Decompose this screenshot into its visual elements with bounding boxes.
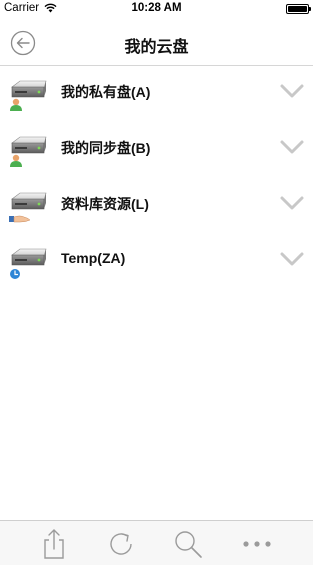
chevron-down-icon[interactable]: [279, 251, 305, 267]
chevron-down-icon[interactable]: [279, 195, 305, 211]
chevron-down-icon[interactable]: [279, 83, 305, 99]
drive-row-temp[interactable]: Temp(ZA): [0, 235, 313, 291]
drive-label: 资料库资源(L): [61, 196, 149, 212]
refresh-button[interactable]: [104, 527, 138, 561]
battery-icon: [286, 4, 311, 14]
navigation-bar: 我的云盘: [0, 18, 313, 66]
bottom-toolbar: [0, 520, 313, 565]
drive-clock-icon: [9, 248, 47, 280]
drive-user-icon: [10, 80, 47, 111]
more-button[interactable]: [240, 527, 274, 561]
status-bar: Carrier 10:28 AM: [0, 0, 313, 18]
search-button[interactable]: [171, 527, 205, 561]
clock: 10:28 AM: [131, 2, 182, 14]
search-icon: [175, 531, 202, 558]
chevron-down-icon[interactable]: [279, 139, 305, 155]
drive-label: 我的私有盘(A): [61, 84, 151, 100]
drive-list: 我的私有盘(A) 我的同步盘(B) 资料库资源(L) Temp(ZA): [0, 67, 313, 291]
share-button[interactable]: [37, 527, 71, 561]
drive-row-private[interactable]: 我的私有盘(A): [0, 67, 313, 123]
drive-shared-hand-icon: [9, 192, 47, 223]
drive-row-library[interactable]: 资料库资源(L): [0, 179, 313, 235]
drive-row-sync[interactable]: 我的同步盘(B): [0, 123, 313, 179]
app-screen: Carrier 10:28 AM 我的云盘 我的私有盘(A) 我的同步盘(B) …: [0, 0, 313, 565]
more-icon: [243, 541, 271, 547]
share-icon: [44, 529, 64, 559]
page-title: 我的云盘: [124, 39, 189, 56]
drive-label: Temp(ZA): [61, 250, 126, 266]
drive-label: 我的同步盘(B): [61, 140, 151, 156]
drive-user-icon: [10, 136, 47, 167]
refresh-icon: [110, 533, 132, 555]
